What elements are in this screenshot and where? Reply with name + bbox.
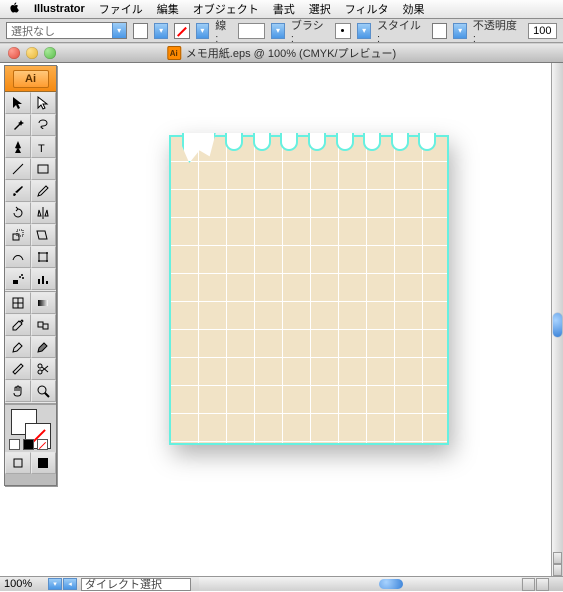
binding-holes xyxy=(171,135,447,159)
stroke-label: 線 : xyxy=(215,17,232,45)
menu-file[interactable]: ファイル xyxy=(99,1,143,17)
h-scrollbar-thumb[interactable] xyxy=(379,579,403,589)
screen-mode-full[interactable] xyxy=(31,452,57,474)
stroke-weight-field[interactable] xyxy=(238,23,265,39)
minimize-button[interactable] xyxy=(26,47,38,59)
tool-shear[interactable] xyxy=(31,224,57,246)
app-name[interactable]: Illustrator xyxy=(34,3,85,15)
tools-panel-grip[interactable] xyxy=(5,474,56,485)
canvas[interactable] xyxy=(61,63,551,576)
tool-hand[interactable] xyxy=(5,380,31,402)
tool-direct-selection[interactable] xyxy=(31,92,57,114)
tool-type[interactable]: T xyxy=(31,136,57,158)
tool-rotate[interactable] xyxy=(5,202,31,224)
stroke-dropdown[interactable]: ▾ xyxy=(196,23,210,39)
tool-reflect[interactable] xyxy=(31,202,57,224)
menu-edit[interactable]: 編集 xyxy=(157,1,179,17)
menu-select[interactable]: 選択 xyxy=(309,1,331,17)
horizontal-scrollbar[interactable] xyxy=(199,577,521,591)
status-tool-readout[interactable]: ダイレクト選択 xyxy=(81,578,191,591)
ai-file-icon: Ai xyxy=(167,46,181,60)
screen-mode-normal[interactable] xyxy=(5,452,31,474)
tool-pencil[interactable] xyxy=(31,180,57,202)
tool-slice[interactable] xyxy=(5,358,31,380)
workspace: Ai T xyxy=(0,63,563,576)
control-bar: 選択なし ▾ ▾ ▾ 線 : ▾ ブラシ : ▾ スタイル : ▾ 不透明度 :… xyxy=(0,19,563,43)
style-label: スタイル : xyxy=(377,17,426,45)
style-swatch[interactable] xyxy=(432,23,448,39)
tool-gradient[interactable] xyxy=(31,292,57,314)
window-controls xyxy=(0,47,56,59)
tool-live-paint[interactable] xyxy=(5,336,31,358)
tool-rectangle[interactable] xyxy=(31,158,57,180)
scroll-up-button[interactable] xyxy=(553,552,562,564)
style-dropdown[interactable]: ▾ xyxy=(453,23,467,39)
tool-magic-wand[interactable] xyxy=(5,114,31,136)
tool-free-transform[interactable] xyxy=(31,246,57,268)
opacity-field[interactable]: 100 xyxy=(528,23,557,39)
resize-grip[interactable] xyxy=(549,577,563,591)
zoom-value: 100% xyxy=(4,578,32,590)
menu-object[interactable]: オブジェクト xyxy=(193,1,259,17)
scroll-left-button[interactable] xyxy=(522,578,535,591)
chevron-down-icon: ▾ xyxy=(112,23,126,38)
tool-selection[interactable] xyxy=(5,92,31,114)
tool-live-paint-select[interactable] xyxy=(31,336,57,358)
brush-swatch[interactable] xyxy=(335,23,352,39)
tool-pen[interactable] xyxy=(5,136,31,158)
selection-readout[interactable]: 選択なし ▾ xyxy=(6,22,127,39)
tools-panel-header[interactable]: Ai xyxy=(5,66,56,92)
vertical-scrollbar[interactable] xyxy=(551,63,563,576)
tool-mesh[interactable] xyxy=(5,292,31,314)
tool-blend[interactable] xyxy=(31,314,57,336)
menu-filter[interactable]: フィルタ xyxy=(345,1,389,17)
brush-dropdown[interactable]: ▾ xyxy=(357,23,371,39)
tool-warp[interactable] xyxy=(5,246,31,268)
status-bar: 100% ▾ ◂ ダイレクト選択 xyxy=(0,576,563,591)
selection-readout-text: 選択なし xyxy=(11,23,55,39)
tool-scissors[interactable] xyxy=(31,358,57,380)
apple-icon[interactable] xyxy=(8,1,20,17)
opacity-label: 不透明度 : xyxy=(473,17,522,45)
document-title-text: メモ用紙.eps @ 100% (CMYK/プレビュー) xyxy=(186,45,396,61)
window-titlebar: Ai メモ用紙.eps @ 100% (CMYK/プレビュー) xyxy=(0,43,563,63)
color-mode-icon[interactable] xyxy=(9,439,20,450)
scroll-down-button[interactable] xyxy=(553,564,562,576)
menu-type[interactable]: 書式 xyxy=(273,1,295,17)
scroll-right-button[interactable] xyxy=(536,578,549,591)
artwork-notepad[interactable] xyxy=(169,135,449,445)
close-button[interactable] xyxy=(8,47,20,59)
tools-panel: Ai T xyxy=(4,65,57,486)
gradient-mode-icon[interactable] xyxy=(23,439,34,450)
fill-dropdown[interactable]: ▾ xyxy=(154,23,168,39)
none-mode-icon[interactable] xyxy=(37,439,48,450)
zoom-button[interactable] xyxy=(44,47,56,59)
fill-stroke-swatches[interactable] xyxy=(5,404,56,452)
stroke-swatch-none[interactable] xyxy=(174,23,190,39)
ai-logo-icon: Ai xyxy=(13,70,49,88)
tool-eyedropper[interactable] xyxy=(5,314,31,336)
artboard-nav-dropdown[interactable]: ◂ xyxy=(63,578,77,590)
tool-paintbrush[interactable] xyxy=(5,180,31,202)
tool-zoom[interactable] xyxy=(31,380,57,402)
stroke-weight-dropdown[interactable]: ▾ xyxy=(271,23,285,39)
tool-symbol-sprayer[interactable] xyxy=(5,268,31,290)
svg-text:T: T xyxy=(38,143,45,154)
torn-edge xyxy=(182,133,216,163)
tool-lasso[interactable] xyxy=(31,114,57,136)
zoom-dropdown[interactable]: ▾ xyxy=(48,578,62,590)
tool-graph[interactable] xyxy=(31,268,57,290)
document-title: Ai メモ用紙.eps @ 100% (CMYK/プレビュー) xyxy=(167,45,396,61)
paper-shape xyxy=(169,135,449,445)
tool-line[interactable] xyxy=(5,158,31,180)
scrollbar-thumb[interactable] xyxy=(553,313,562,337)
brush-label: ブラシ : xyxy=(291,17,329,45)
tool-scale[interactable] xyxy=(5,224,31,246)
zoom-readout[interactable]: 100% xyxy=(0,578,48,590)
fill-swatch[interactable] xyxy=(133,23,149,39)
menu-effect[interactable]: 効果 xyxy=(403,1,425,17)
status-tool-text: ダイレクト選択 xyxy=(85,576,162,592)
